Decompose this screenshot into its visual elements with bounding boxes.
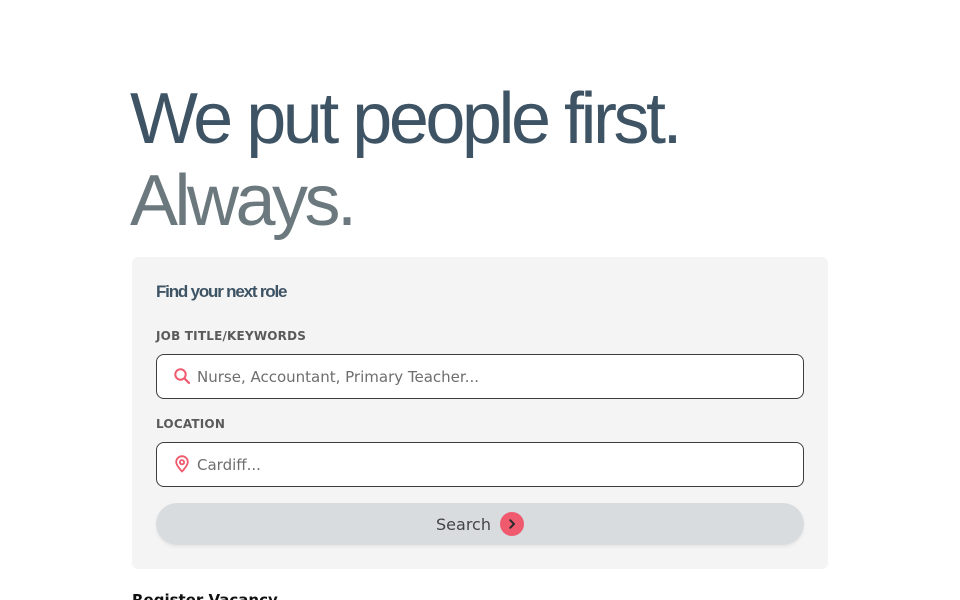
job-search-card: Find your next role JOB TITLE/KEYWORDS L… (132, 257, 828, 569)
location-input[interactable] (197, 443, 787, 486)
chevron-right-icon (499, 512, 524, 536)
hero-heading: We put people first. Always. (130, 78, 683, 242)
search-icon (173, 367, 191, 385)
job-title-label: JOB TITLE/KEYWORDS (156, 329, 307, 343)
search-button[interactable]: Search (156, 503, 804, 545)
card-title: Find your next role (156, 282, 287, 301)
location-label: LOCATION (156, 417, 226, 431)
register-vacancy-link[interactable]: Register Vacancy (132, 591, 278, 600)
job-title-input[interactable] (197, 355, 787, 398)
search-button-label: Search (436, 514, 491, 534)
hero-line-2: Always. (130, 161, 357, 241)
hero-line-1: We put people first. (130, 79, 683, 159)
job-title-field[interactable] (156, 354, 804, 399)
location-field[interactable] (156, 442, 804, 487)
location-pin-icon (173, 455, 191, 473)
